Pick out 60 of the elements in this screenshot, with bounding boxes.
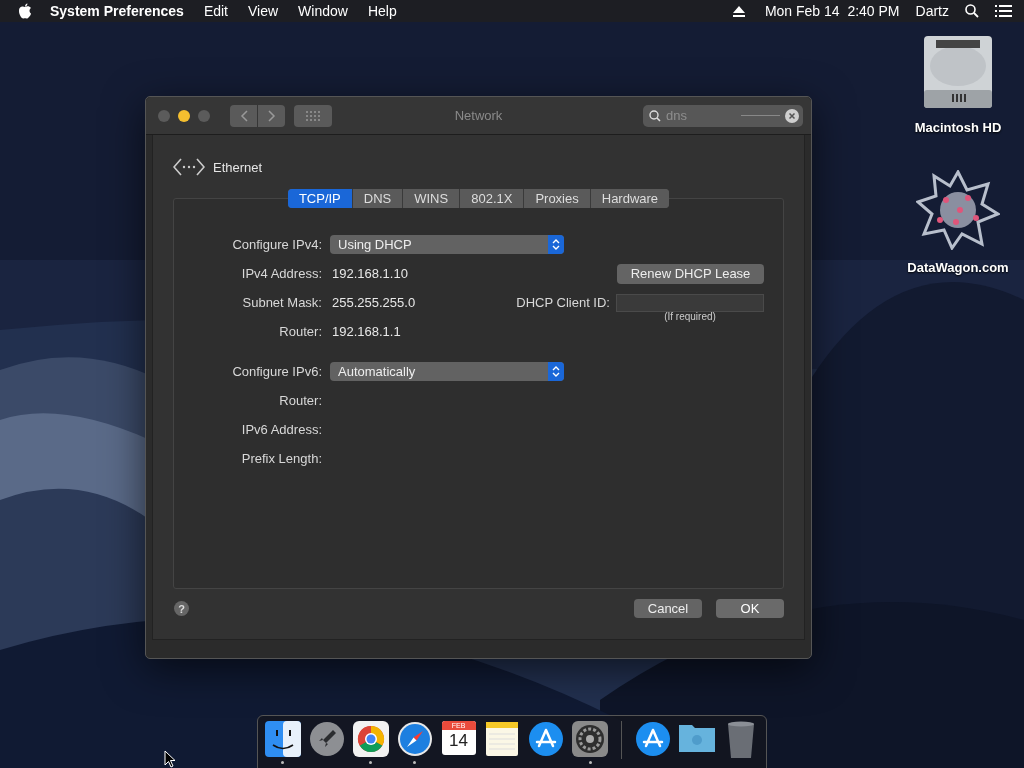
search-icon[interactable] [965,4,979,18]
field-label: Prefix Length: [240,451,322,466]
star-pattern-icon[interactable] [916,170,1000,250]
finder-icon[interactable] [264,721,301,757]
service-name: Ethernet [213,159,263,175]
field-value: 255.255.255.0 [332,295,416,310]
list-icon[interactable] [995,5,1012,17]
gear-icon[interactable] [572,721,609,757]
field-value: 192.168.1.1 [332,324,401,339]
chevron-right-icon [267,109,276,122]
eject-icon[interactable] [732,5,745,17]
app-menu[interactable]: System Preferences [50,3,184,19]
back-button[interactable] [230,104,257,127]
ok-button[interactable]: OK [716,599,784,618]
user-menu[interactable]: Dartz [915,3,949,19]
field-label: Configure IPv6: [231,364,322,379]
help-button[interactable]: ? [174,601,189,616]
field-label: DHCP Client ID: [516,295,610,310]
compass-icon[interactable] [396,721,433,757]
trash-icon[interactable] [726,721,757,759]
clock[interactable]: Mon Feb 14 2:40 PM [764,3,900,19]
hint-text: (If required) [663,311,717,324]
apple-logo-icon[interactable] [18,3,32,19]
popup-menu[interactable]: Automatically [330,362,564,381]
app-store-icon[interactable] [528,721,565,757]
show-all-button[interactable] [294,104,332,127]
stepper-arrows-icon[interactable] [548,235,564,254]
tab[interactable]: TCP/IP [287,189,352,208]
hard-drive-icon[interactable] [922,34,994,110]
field-label: IPv4 Address: [240,266,322,281]
field-label: IPv6 Address: [240,422,322,437]
field-label: Router: [278,324,322,339]
menu-item[interactable]: Edit [203,3,228,19]
window-title: Network [454,108,503,123]
menu-item[interactable]: Window [298,3,348,19]
clear-icon[interactable] [785,108,799,123]
notepad-icon[interactable] [485,721,520,757]
cursor-icon [164,750,176,768]
minimize-button[interactable] [178,109,190,122]
field-label: Subnet Mask: [241,295,322,310]
rocket-icon[interactable] [308,721,345,757]
icon-label: Macintosh HD [914,120,1002,135]
chevron-left-icon [239,109,248,122]
ethernet-icon [173,157,205,177]
tab[interactable]: Hardware [589,189,670,208]
menu-item[interactable]: Help [367,3,397,19]
menu-item[interactable]: View [248,3,279,19]
search-icon [649,109,661,122]
grid-icon [306,110,320,121]
app-store-icon[interactable] [635,721,672,757]
chrome-icon[interactable] [352,721,389,757]
forward-button[interactable] [258,104,285,127]
field-label: Router: [278,393,322,408]
renew-lease-button[interactable]: Renew DHCP Lease [617,263,764,284]
field-label: Configure IPv4: [231,237,322,252]
field-value: 192.168.1.10 [332,266,408,281]
stepper-arrows-icon[interactable] [548,362,564,381]
popup-menu[interactable]: Using DHCP [330,235,564,254]
icon-label: DataWagon.com [907,260,1009,275]
cancel-button[interactable]: Cancel [634,599,702,618]
